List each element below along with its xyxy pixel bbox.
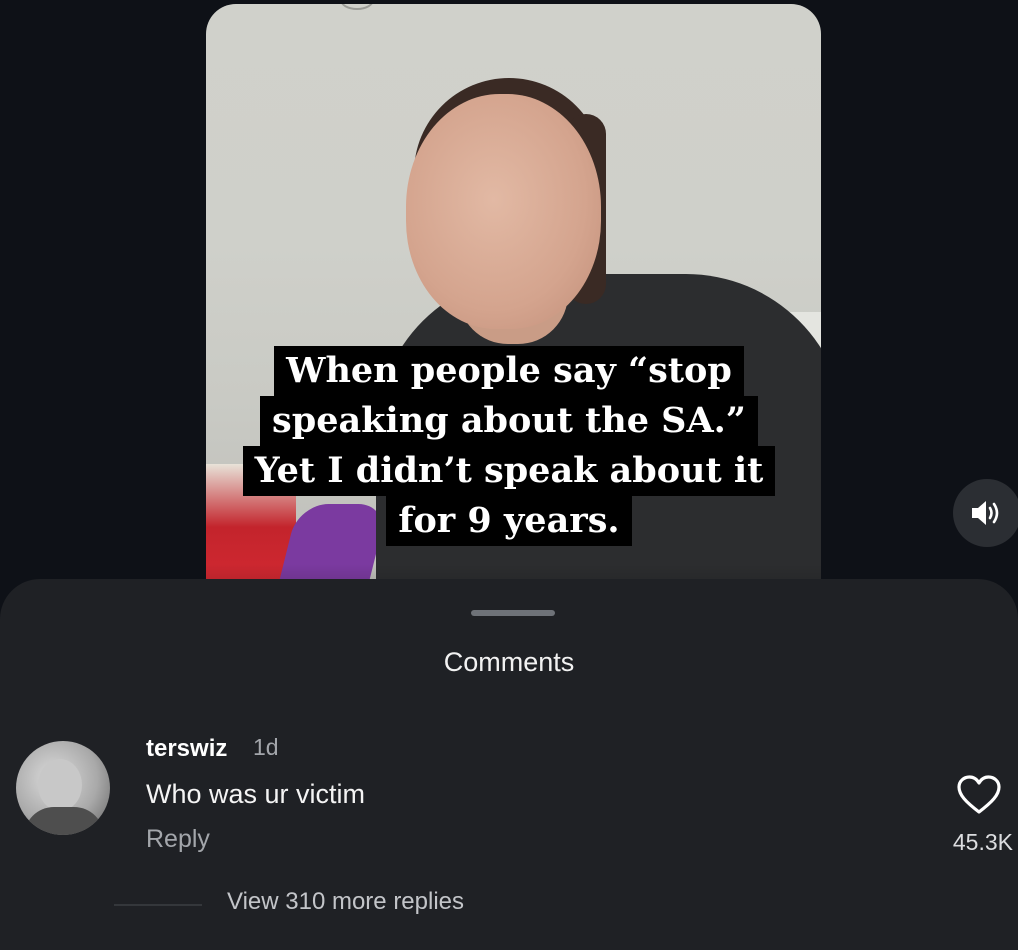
caption-line-1: When people say “stop xyxy=(274,346,744,396)
speaker-volume-icon xyxy=(972,501,999,525)
video-caption: When people say “stop speaking about the… xyxy=(0,346,1018,546)
avatar[interactable] xyxy=(16,741,110,835)
avatar-face xyxy=(38,759,82,811)
reply-button[interactable]: Reply xyxy=(146,825,210,854)
like-count: 45.3K xyxy=(952,829,1013,855)
volume-button[interactable] xyxy=(953,479,1018,547)
comments-title: Comments xyxy=(443,647,575,677)
sheet-drag-handle[interactable] xyxy=(471,610,555,616)
comment-timestamp: 1d xyxy=(253,734,279,760)
caption-line-3: Yet I didn’t speak about it xyxy=(242,446,776,496)
heart-outline-icon xyxy=(957,775,1001,814)
caption-line-2: speaking about the SA.” xyxy=(260,396,758,446)
replies-divider xyxy=(114,904,202,906)
comment-text: Who was ur victim xyxy=(146,779,366,809)
video-person-face xyxy=(406,94,601,329)
caption-line-4: for 9 years. xyxy=(386,496,632,546)
top-notch xyxy=(340,4,374,10)
view-replies-button[interactable]: View 310 more replies xyxy=(227,888,464,916)
avatar-shirt xyxy=(24,807,104,835)
comments-sheet: Comments terswiz 1d Who was ur victim Re… xyxy=(0,579,1018,950)
comment-username[interactable]: terswiz xyxy=(146,735,227,763)
like-button[interactable] xyxy=(956,775,1002,815)
